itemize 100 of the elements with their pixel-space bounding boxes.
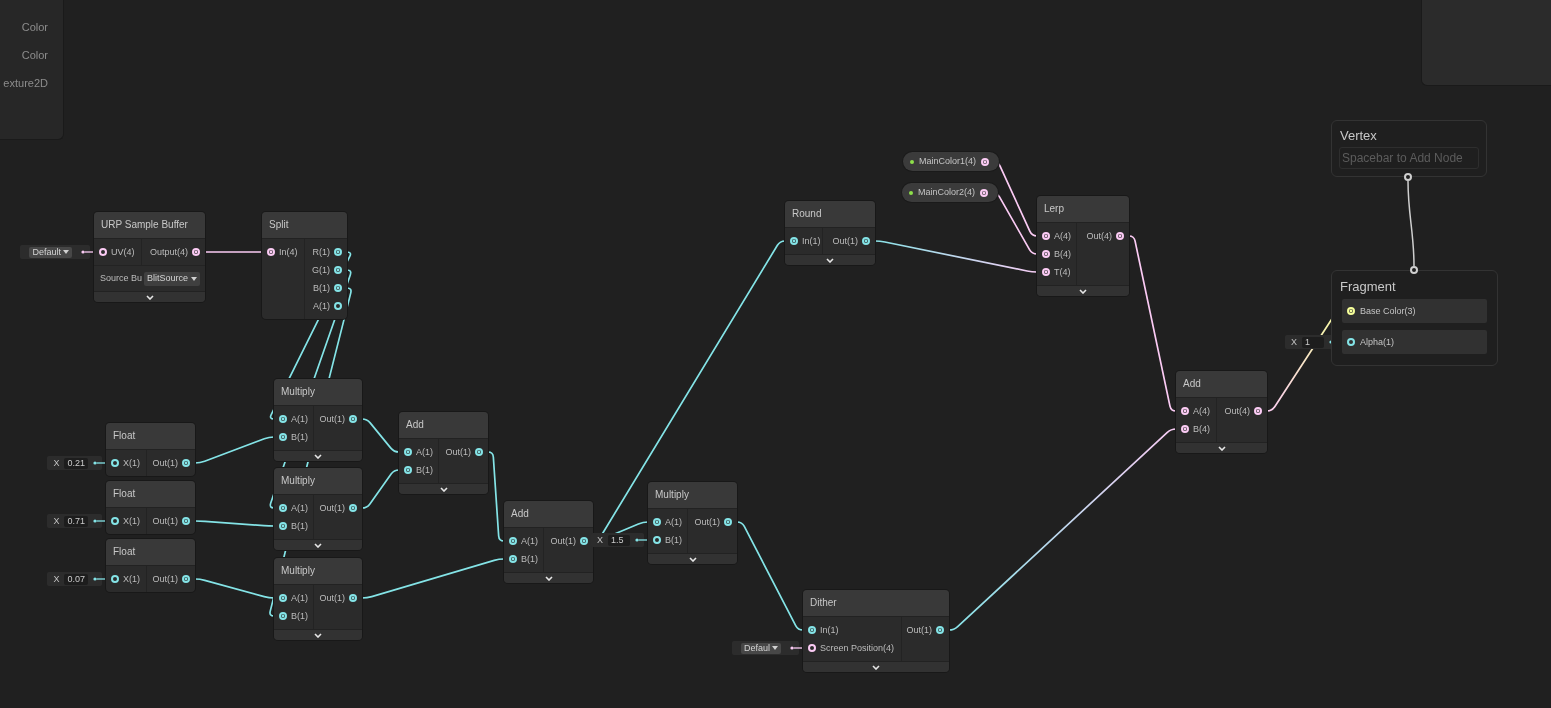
dropdown-button[interactable]: Default [29, 246, 72, 258]
port-icon[interactable] [580, 537, 588, 545]
port-icon[interactable] [509, 555, 517, 563]
port-label: UV(4) [111, 247, 135, 257]
context-block[interactable]: Vertex Spacebar to Add Node [1331, 120, 1487, 177]
port-icon[interactable] [1181, 425, 1189, 433]
node-header[interactable]: Multiply [274, 379, 362, 406]
block-slot[interactable]: Base Color(3) [1342, 299, 1487, 323]
port-icon[interactable] [111, 459, 119, 467]
port-icon[interactable] [1347, 338, 1355, 346]
port-icon[interactable] [279, 594, 287, 602]
port-icon[interactable] [475, 448, 483, 456]
node-header[interactable]: Lerp [1037, 196, 1129, 223]
port-icon[interactable] [1181, 407, 1189, 415]
port-icon[interactable] [1254, 407, 1262, 415]
port-icon[interactable] [334, 284, 342, 292]
property-node[interactable]: MainColor2(4) [902, 183, 998, 202]
graph-node[interactable]: Split In(4) R(1) G(1) B(1) A(1) [262, 212, 347, 319]
chevron-down-icon [872, 664, 880, 670]
graph-node[interactable]: Multiply A(1) B(1) Out(1) [274, 379, 362, 461]
port-icon[interactable] [182, 459, 190, 467]
context-block[interactable]: Fragment Base Color(3) Alpha(1) [1331, 270, 1498, 366]
port-icon[interactable] [279, 522, 287, 530]
value-field[interactable]: 0.71 [64, 515, 88, 527]
graph-node[interactable]: Float X(1) Out(1) [106, 539, 195, 592]
value-field[interactable]: 1 [1302, 336, 1324, 348]
port-icon[interactable] [653, 518, 661, 526]
port-icon[interactable] [509, 537, 517, 545]
port-icon[interactable] [1042, 232, 1050, 240]
port-icon[interactable] [349, 594, 357, 602]
dropdown-button[interactable]: Defaul [741, 642, 781, 654]
port-icon[interactable] [182, 575, 190, 583]
node-header[interactable]: Dither [803, 590, 949, 617]
port-icon[interactable] [404, 448, 412, 456]
node-header[interactable]: Multiply [274, 468, 362, 495]
graph-node[interactable]: Add A(1) B(1) Out(1) [399, 412, 488, 494]
node-header[interactable]: Multiply [648, 482, 737, 509]
node-header[interactable]: Float [106, 423, 195, 450]
port-icon[interactable] [404, 466, 412, 474]
port-icon[interactable] [111, 517, 119, 525]
node-header[interactable]: Add [504, 501, 593, 528]
graph-node[interactable]: Multiply A(1) B(1) Out(1) [274, 558, 362, 640]
port-label: B(4) [1193, 424, 1210, 434]
port-icon[interactable] [349, 415, 357, 423]
graph-node[interactable]: Float X(1) Out(1) [106, 481, 195, 534]
port-icon[interactable] [1410, 266, 1418, 274]
port-icon[interactable] [279, 504, 287, 512]
port-icon[interactable] [724, 518, 732, 526]
port-label: B(1) [291, 611, 308, 621]
port-icon[interactable] [790, 237, 798, 245]
port-icon[interactable] [808, 644, 816, 652]
graph-node[interactable]: Round In(1) Out(1) [785, 201, 875, 265]
port-icon[interactable] [99, 248, 107, 256]
graph-node[interactable]: Lerp A(4) B(4) T(4) Out(4) [1037, 196, 1129, 296]
port-icon[interactable] [279, 415, 287, 423]
port-icon[interactable] [267, 248, 275, 256]
node-header[interactable]: Float [106, 481, 195, 508]
port-label: Out(1) [550, 536, 576, 546]
graph-node[interactable]: URP Sample Buffer UV(4) Output(4) Source Bu BlitSource [94, 212, 205, 302]
port-icon[interactable] [936, 626, 944, 634]
graph-node[interactable]: Multiply A(1) B(1) Out(1) [648, 482, 737, 564]
port-label: B(1) [665, 535, 682, 545]
graph-node[interactable]: Dither In(1) Screen Position(4) Out(1) [803, 590, 949, 672]
value-field[interactable]: 0.21 [64, 457, 88, 469]
graph-node[interactable]: Add A(1) B(1) Out(1) [504, 501, 593, 583]
port-icon[interactable] [334, 302, 342, 310]
node-header[interactable]: Float [106, 539, 195, 566]
port-icon[interactable] [349, 504, 357, 512]
port-icon[interactable] [862, 237, 870, 245]
value-field[interactable]: 1.5 [608, 534, 630, 546]
port-icon[interactable] [980, 188, 989, 197]
node-title: Add [406, 420, 424, 430]
value-field[interactable]: 0.07 [64, 573, 88, 585]
graph-node[interactable]: Add A(4) B(4) Out(4) [1176, 371, 1267, 453]
port-icon[interactable] [653, 536, 661, 544]
node-header[interactable]: URP Sample Buffer [94, 212, 205, 239]
port-icon[interactable] [334, 266, 342, 274]
port-icon[interactable] [334, 248, 342, 256]
dropdown-button[interactable]: BlitSource [144, 271, 200, 286]
port-icon[interactable] [182, 517, 190, 525]
property-node[interactable]: MainColor1(4) [903, 152, 999, 171]
port-icon[interactable] [808, 626, 816, 634]
block-slot[interactable]: Alpha(1) [1342, 330, 1487, 354]
port-icon[interactable] [981, 157, 990, 166]
node-header[interactable]: Split [262, 212, 347, 239]
port-icon[interactable] [279, 612, 287, 620]
graph-node[interactable]: Float X(1) Out(1) [106, 423, 195, 476]
node-header[interactable]: Multiply [274, 558, 362, 585]
port-icon[interactable] [1116, 232, 1124, 240]
graph-node[interactable]: Multiply A(1) B(1) Out(1) [274, 468, 362, 550]
port-icon[interactable] [111, 575, 119, 583]
port-label: A(1) [416, 447, 433, 457]
node-header[interactable]: Round [785, 201, 875, 228]
port-icon[interactable] [1042, 250, 1050, 258]
node-header[interactable]: Add [399, 412, 488, 439]
port-icon[interactable] [192, 248, 200, 256]
port-icon[interactable] [1042, 268, 1050, 276]
port-icon[interactable] [279, 433, 287, 441]
node-header[interactable]: Add [1176, 371, 1267, 398]
port-icon[interactable] [1404, 173, 1412, 181]
